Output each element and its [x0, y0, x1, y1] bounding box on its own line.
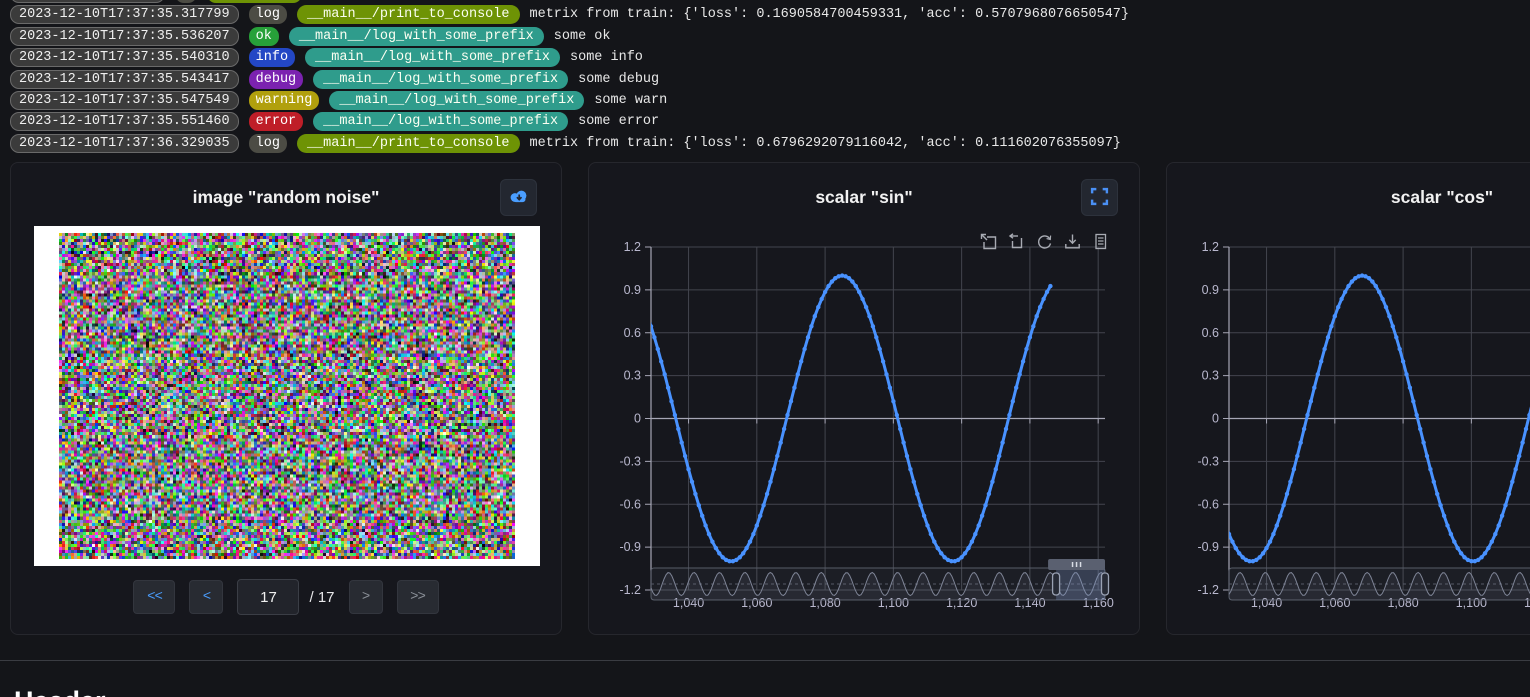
datazoom-handle[interactable]: [1102, 573, 1109, 595]
last-page-button[interactable]: >>: [397, 580, 439, 614]
zoom-reset-icon[interactable]: [1008, 233, 1025, 255]
log-console: 2023-12-10T17:37:35.317799 log __main__/…: [10, 0, 1530, 155]
svg-text:-0.6: -0.6: [619, 497, 641, 511]
log-message: some error: [578, 114, 659, 129]
log-message: metrix from train: {'loss': 0.1690584700…: [530, 7, 1130, 22]
log-timestamp: 2023-12-10T17:37:35.536207: [10, 27, 239, 46]
log-level-badge: warning: [249, 91, 320, 110]
log-message: some ok: [554, 29, 611, 44]
svg-text:0.9: 0.9: [624, 283, 641, 297]
save-image-icon[interactable]: [1064, 233, 1081, 255]
log-level-badge: log: [249, 5, 287, 24]
log-level-badge: log: [249, 134, 287, 153]
svg-text:-0.3: -0.3: [619, 454, 641, 468]
log-timestamp: 2023-12-10T17:37:35.540310: [10, 48, 239, 67]
svg-text:0.6: 0.6: [1202, 326, 1219, 340]
log-row: 2023-12-10T17:37:35.551460 error __main_…: [10, 112, 1530, 131]
page: 2023-12-10T17:37:35.317799 log __main__/…: [0, 0, 1530, 697]
page-number-input[interactable]: [237, 579, 299, 615]
log-level-badge: [175, 0, 197, 3]
prev-page-button[interactable]: <: [189, 580, 223, 614]
svg-text:0.3: 0.3: [1202, 369, 1219, 383]
svg-text:-0.3: -0.3: [1197, 454, 1219, 468]
log-row: 2023-12-10T17:37:36.329035 log __main__/…: [10, 134, 1530, 153]
image-preview: [34, 226, 540, 566]
svg-text:0: 0: [1212, 412, 1219, 426]
log-row: 2023-12-10T17:37:35.543417 debug __main_…: [10, 70, 1530, 89]
scalar-cos-card: scalar "cos" 1.20.90.60.30-0.3-0.6-0.9-1…: [1166, 162, 1530, 635]
log-message: some debug: [578, 72, 659, 87]
log-row: 2023-12-10T17:37:35.540310 info __main__…: [10, 48, 1530, 67]
log-timestamp: [10, 0, 165, 3]
page-total-label: / 17: [309, 589, 334, 606]
restore-icon[interactable]: [1036, 233, 1053, 255]
log-source-pill: __main__/log_with_some_prefix: [313, 112, 568, 131]
svg-text:-0.9: -0.9: [619, 540, 641, 554]
section-divider: [0, 660, 1530, 661]
image-pagination: << < / 17 > >>: [11, 579, 561, 615]
image-card-title: image "random noise": [11, 187, 561, 208]
log-timestamp: 2023-12-10T17:37:35.317799: [10, 5, 239, 24]
random-noise-image: [59, 233, 515, 559]
log-timestamp: 2023-12-10T17:37:35.551460: [10, 112, 239, 131]
svg-text:-1.2: -1.2: [619, 583, 641, 597]
svg-text:1.2: 1.2: [624, 240, 641, 254]
log-message: some info: [570, 50, 643, 65]
svg-text:0.6: 0.6: [624, 326, 641, 340]
footer-heading: Header: [14, 686, 106, 697]
svg-text:1.2: 1.2: [1202, 240, 1219, 254]
first-page-button[interactable]: <<: [133, 580, 175, 614]
cloud-download-icon: [508, 186, 530, 209]
data-zoom-icon[interactable]: [980, 233, 997, 255]
datazoom-handle[interactable]: [1053, 573, 1060, 595]
log-message: metrix from train: {'loss': 0.6796292079…: [530, 136, 1121, 151]
log-source-pill: __main__/print_to_console: [297, 5, 520, 24]
log-timestamp: 2023-12-10T17:37:35.547549: [10, 91, 239, 110]
download-button[interactable]: [500, 179, 537, 216]
next-page-button[interactable]: >: [349, 580, 383, 614]
svg-text:-1.2: -1.2: [1197, 583, 1219, 597]
log-message: some warn: [594, 93, 667, 108]
log-source-pill: __main__/log_with_some_prefix: [329, 91, 584, 110]
log-source-pill: __main__/log_with_some_prefix: [305, 48, 560, 67]
cards-row: image "random noise" << <: [10, 162, 1530, 635]
log-source-pill: __main__/print_to_console: [297, 134, 520, 153]
data-view-icon[interactable]: [1092, 233, 1109, 255]
svg-text:0.9: 0.9: [1202, 283, 1219, 297]
log-row-partial: [10, 0, 1530, 3]
svg-text:0.3: 0.3: [624, 369, 641, 383]
svg-text:-0.9: -0.9: [1197, 540, 1219, 554]
log-timestamp: 2023-12-10T17:37:36.329035: [10, 134, 239, 153]
log-level-badge: debug: [249, 70, 304, 89]
svg-text:0: 0: [634, 412, 641, 426]
scalar-sin-card: scalar "sin" 1.20.90.60.30-0.3-0.6-0.9-1…: [588, 162, 1140, 635]
svg-text:-0.6: -0.6: [1197, 497, 1219, 511]
log-row: 2023-12-10T17:37:35.536207 ok __main__/l…: [10, 27, 1530, 46]
log-level-badge: ok: [249, 27, 279, 46]
image-card: image "random noise" << <: [10, 162, 562, 635]
cos-chart-canvas[interactable]: 1.20.90.60.30-0.3-0.6-0.9-1.21,0401,0601…: [1167, 163, 1530, 636]
log-level-badge: info: [249, 48, 295, 67]
chart-toolbox: [980, 233, 1109, 255]
log-source-pill: __main__/log_with_some_prefix: [289, 27, 544, 46]
log-level-badge: error: [249, 112, 304, 131]
datazoom-window[interactable]: [1056, 568, 1105, 600]
log-row: 2023-12-10T17:37:35.547549 warning __mai…: [10, 91, 1530, 110]
log-timestamp: 2023-12-10T17:37:35.543417: [10, 70, 239, 89]
log-source-pill: __main__/log_with_some_prefix: [313, 70, 568, 89]
log-source-pill: [207, 0, 302, 3]
log-row: 2023-12-10T17:37:35.317799 log __main__/…: [10, 5, 1530, 24]
